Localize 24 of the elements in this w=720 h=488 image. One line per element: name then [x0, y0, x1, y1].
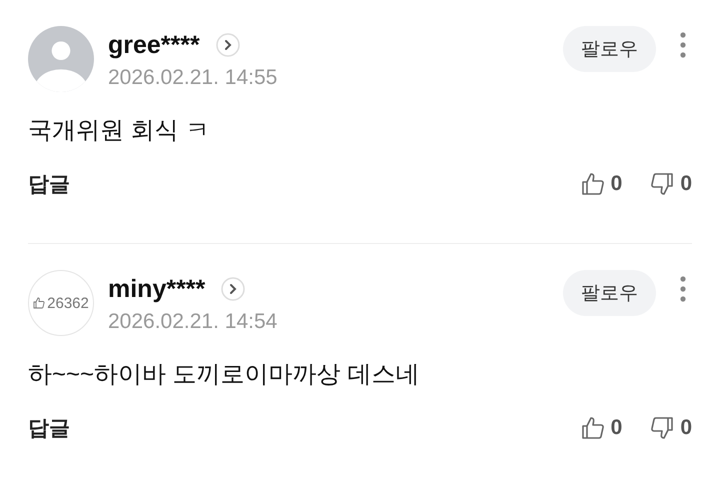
thumbs-up-icon: [33, 297, 46, 309]
thumbs-down-icon[interactable]: [650, 416, 674, 440]
like-count: 26362: [47, 294, 89, 312]
username: miny****: [108, 274, 206, 304]
dislike-count: 0: [680, 416, 692, 440]
thumbs-up-icon[interactable]: [580, 172, 605, 196]
follow-button[interactable]: 팔로우: [563, 270, 656, 316]
more-options-icon[interactable]: [680, 32, 686, 58]
comment-date: 2026.02.21. 14:54: [108, 310, 278, 334]
thumbs-down-icon[interactable]: [650, 172, 674, 196]
chevron-right-icon[interactable]: [216, 33, 240, 57]
like-count: 0: [610, 172, 622, 196]
comment-date: 2026.02.21. 14:55: [108, 66, 278, 90]
comment-text: 국개위원 회식 ㅋ: [28, 116, 210, 146]
chevron-right-icon[interactable]: [221, 277, 246, 301]
reply-button[interactable]: 답글: [28, 170, 70, 198]
thumbs-up-icon[interactable]: [580, 416, 605, 440]
reply-button[interactable]: 답글: [28, 414, 70, 442]
username: gree****: [108, 30, 200, 60]
comment-text: 하~~~하이바 도끼로이마까상 데스네: [28, 360, 420, 390]
more-options-icon[interactable]: [680, 276, 686, 302]
dislike-count: 0: [680, 172, 692, 196]
like-count: 0: [610, 416, 622, 440]
follow-button[interactable]: 팔로우: [563, 26, 656, 72]
